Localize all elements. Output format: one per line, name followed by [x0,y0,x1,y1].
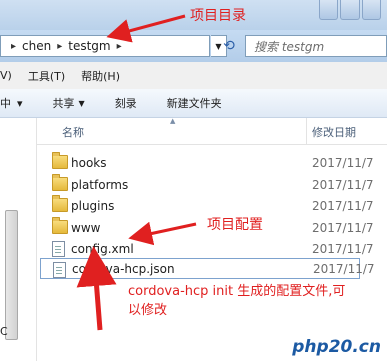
annotation-project-config: 项目配置 [207,217,263,233]
annotation-project-dir: 项目目录 [190,8,246,24]
arrow-project-config [128,221,197,246]
arrow-generated-config [76,246,117,331]
watermark: php20.cn [292,337,381,357]
annotation-generated: cordova-hcp init 生成的配置文件,可 以修改 [128,282,383,320]
annotation-generated-line2: 以修改 [128,303,168,318]
arrow-project-dir [106,14,186,43]
annotation-generated-line1: cordova-hcp init 生成的配置文件,可 [128,284,346,299]
